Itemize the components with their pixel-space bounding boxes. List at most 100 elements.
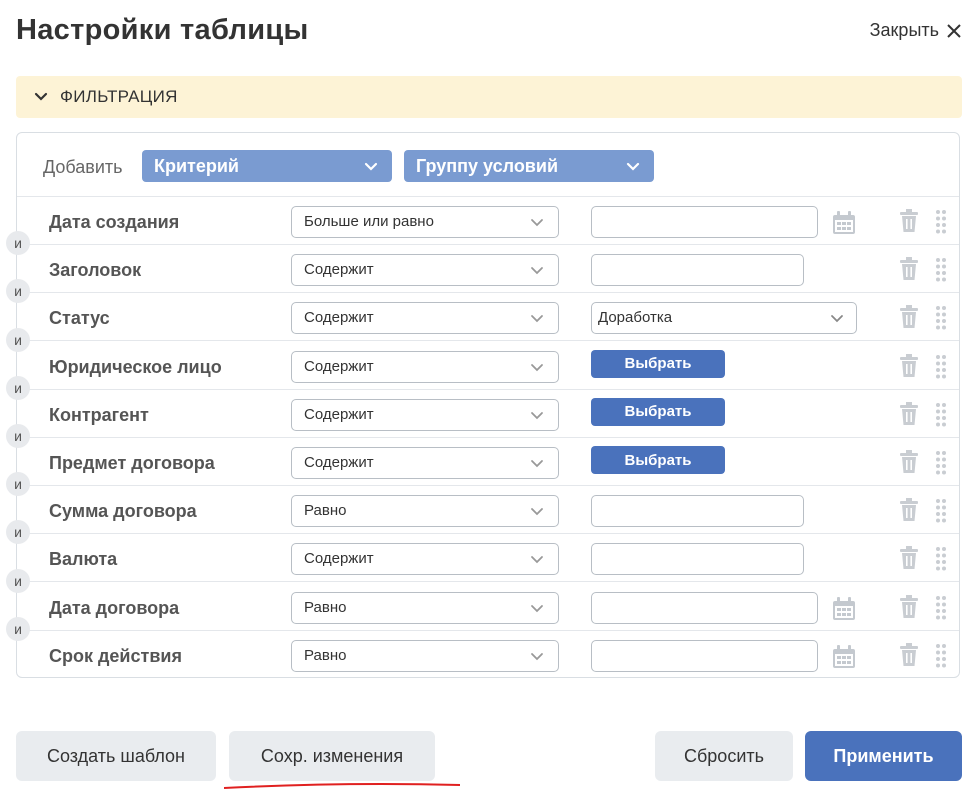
- operator-text: Больше или равно: [304, 213, 434, 230]
- filter-row: Статус Содержит Доработка: [17, 293, 959, 342]
- operator-text: Содержит: [304, 309, 374, 327]
- chevron-down-icon: [531, 460, 543, 468]
- add-label: Добавить: [43, 157, 123, 177]
- chevron-down-icon: [531, 363, 543, 371]
- trash-icon[interactable]: [899, 546, 919, 570]
- field-label: Юридическое лицо: [49, 356, 222, 377]
- and-connector-badge[interactable]: и: [6, 327, 30, 352]
- filter-row: Заголовок Содержит: [17, 245, 959, 294]
- trash-icon[interactable]: [899, 401, 919, 426]
- trash-icon[interactable]: [899, 450, 919, 474]
- field-label: Срок действия: [49, 645, 182, 666]
- save-changes-button[interactable]: Сохр. изменения: [229, 731, 435, 781]
- red-underline-annotation: [224, 783, 460, 789]
- chevron-down-icon: [831, 315, 843, 323]
- operator-select[interactable]: Содержит: [291, 543, 559, 576]
- field-label: Валюта: [49, 549, 118, 570]
- calendar-icon[interactable]: [831, 644, 857, 670]
- operator-text: Содержит: [304, 550, 374, 568]
- and-connector-badge[interactable]: и: [6, 568, 30, 593]
- apply-button[interactable]: Применить: [805, 731, 962, 781]
- and-connector-badge[interactable]: и: [6, 231, 30, 256]
- operator-select[interactable]: Содержит: [291, 398, 559, 431]
- chevron-down-icon: [531, 652, 543, 661]
- add-condition-row: Добавить Критерий Группу условий: [17, 133, 959, 197]
- text-value-input[interactable]: [591, 495, 804, 528]
- operator-select[interactable]: Больше или равно: [291, 206, 559, 238]
- operator-select[interactable]: Равно: [291, 591, 559, 624]
- chevron-down-icon: [531, 315, 543, 323]
- page-title: Настройки таблицы: [16, 14, 309, 46]
- trash-icon[interactable]: [899, 498, 919, 522]
- operator-text: Равно: [304, 646, 347, 664]
- drag-handle-icon[interactable]: [935, 257, 947, 283]
- filter-row: Дата договора Равно: [17, 583, 959, 631]
- trash-icon[interactable]: [899, 305, 919, 329]
- drag-handle-icon[interactable]: [935, 209, 947, 235]
- field-label: Контрагент: [49, 404, 149, 425]
- calendar-icon[interactable]: [831, 210, 857, 236]
- operator-select[interactable]: Равно: [291, 495, 559, 528]
- chevron-down-icon: [531, 267, 543, 275]
- operator-select[interactable]: Содержит: [291, 302, 559, 335]
- chevron-down-icon: [626, 162, 640, 171]
- choose-button[interactable]: Выбрать: [591, 446, 725, 474]
- operator-text: Равно: [304, 502, 347, 520]
- drag-handle-icon[interactable]: [935, 450, 947, 476]
- and-connector-badge[interactable]: и: [6, 472, 30, 497]
- date-value-input[interactable]: [591, 591, 818, 624]
- trash-icon[interactable]: [899, 353, 919, 378]
- chevron-down-icon: [531, 604, 543, 612]
- field-label: Дата договора: [49, 597, 180, 618]
- add-criterion-label: Критерий: [154, 155, 239, 176]
- filter-row: Сумма договора Равно: [17, 486, 959, 535]
- operator-select[interactable]: Содержит: [291, 254, 559, 287]
- drag-handle-icon[interactable]: [935, 354, 947, 380]
- operator-text: Содержит: [304, 454, 374, 471]
- operator-select[interactable]: Содержит: [291, 350, 559, 383]
- operator-select[interactable]: Равно: [291, 639, 559, 672]
- drag-handle-icon[interactable]: [935, 643, 947, 669]
- choose-button[interactable]: Выбрать: [591, 397, 725, 426]
- date-value-input[interactable]: [591, 639, 818, 672]
- create-template-button[interactable]: Создать шаблон: [16, 731, 216, 781]
- operator-select[interactable]: Содержит: [291, 447, 559, 479]
- filter-row: Предмет договора Содержит Выбрать: [17, 438, 959, 486]
- choose-button[interactable]: Выбрать: [591, 349, 725, 378]
- field-label: Статус: [49, 308, 110, 329]
- field-label: Дата создания: [49, 212, 180, 232]
- text-value-input[interactable]: [591, 543, 804, 576]
- drag-handle-icon[interactable]: [935, 498, 947, 524]
- and-connector-badge[interactable]: и: [6, 424, 30, 448]
- drag-handle-icon[interactable]: [935, 402, 947, 428]
- section-label: ФИЛЬТРАЦИЯ: [60, 87, 178, 106]
- reset-button[interactable]: Сбросить: [655, 731, 793, 781]
- trash-icon[interactable]: [899, 642, 919, 667]
- trash-icon[interactable]: [899, 209, 919, 233]
- operator-text: Содержит: [304, 261, 374, 279]
- add-group-dropdown[interactable]: Группу условий: [404, 150, 654, 182]
- chevron-down-icon: [364, 162, 378, 171]
- close-button[interactable]: Закрыть: [870, 20, 961, 41]
- calendar-icon[interactable]: [831, 596, 857, 622]
- close-label: Закрыть: [869, 20, 939, 40]
- chevron-down-icon: [531, 411, 543, 420]
- filter-row: Юридическое лицо Содержит Выбрать: [17, 342, 959, 390]
- add-criterion-dropdown[interactable]: Критерий: [142, 150, 392, 182]
- text-value-input[interactable]: [591, 254, 804, 287]
- value-select[interactable]: Доработка: [591, 302, 857, 335]
- chevron-down-icon: [34, 92, 48, 101]
- trash-icon[interactable]: [899, 594, 919, 619]
- filter-section-header[interactable]: ФИЛЬТРАЦИЯ: [16, 76, 962, 118]
- and-connector-badge[interactable]: и: [6, 616, 30, 641]
- and-connector-badge[interactable]: и: [6, 375, 30, 400]
- drag-handle-icon[interactable]: [935, 305, 947, 331]
- date-value-input[interactable]: [591, 206, 818, 238]
- add-group-label: Группу условий: [416, 155, 559, 176]
- drag-handle-icon[interactable]: [935, 595, 947, 621]
- operator-text: Содержит: [304, 405, 374, 423]
- operator-text: Равно: [304, 598, 347, 616]
- trash-icon[interactable]: [899, 257, 919, 281]
- filter-row: Контрагент Содержит Выбрать: [17, 390, 959, 438]
- drag-handle-icon[interactable]: [935, 546, 947, 572]
